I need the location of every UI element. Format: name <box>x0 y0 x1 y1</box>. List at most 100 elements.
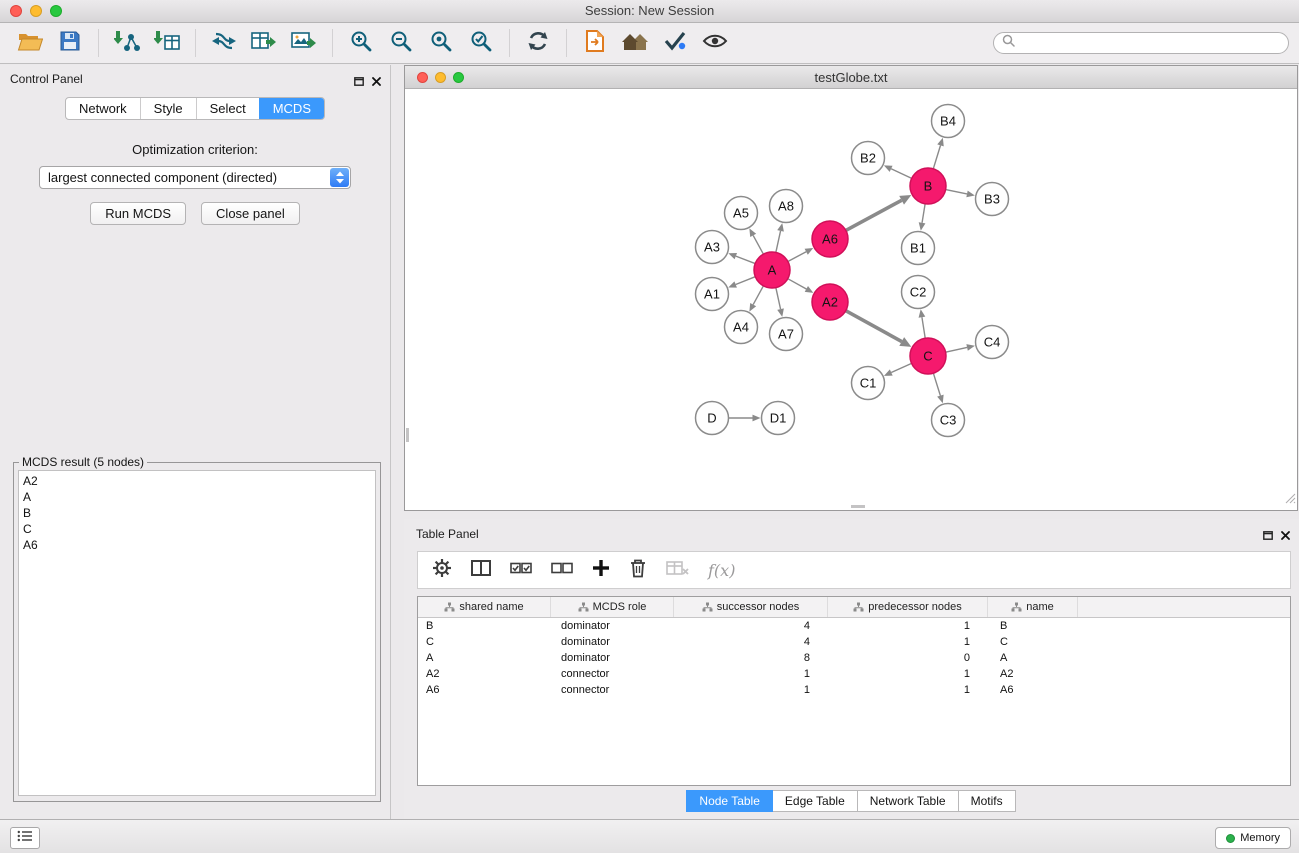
import-file-button[interactable] <box>575 26 615 60</box>
save-session-button[interactable] <box>50 26 90 60</box>
table-cell[interactable]: connector <box>551 668 674 680</box>
table-cell[interactable]: C <box>418 636 551 648</box>
task-history-button[interactable] <box>10 827 40 849</box>
optimization-criterion-select[interactable]: largest connected component (directed) <box>39 166 351 189</box>
mcds-result-list[interactable]: A2ABCA6 <box>18 470 376 796</box>
float-panel-icon[interactable] <box>354 73 364 91</box>
control-tab-mcds[interactable]: MCDS <box>259 98 324 119</box>
delete-entry-trash-icon[interactable] <box>629 558 647 583</box>
graph-edge-A2-C[interactable] <box>846 311 902 342</box>
run-mcds-button[interactable]: Run MCDS <box>90 202 186 225</box>
graph-node-B1[interactable]: B1 <box>902 232 935 265</box>
import-network-button[interactable] <box>107 26 147 60</box>
help-button[interactable] <box>655 26 695 60</box>
close-control-panel-icon[interactable] <box>372 73 381 91</box>
import-table-button[interactable] <box>147 26 187 60</box>
table-cell[interactable]: 1 <box>828 636 988 648</box>
column-header-predecessor-nodes[interactable]: predecessor nodes <box>828 597 988 617</box>
graph-edge-C-C2[interactable] <box>922 317 925 338</box>
graph-node-A1[interactable]: A1 <box>696 278 729 311</box>
vertical-scrollbar[interactable] <box>406 428 409 442</box>
table-cell[interactable]: 4 <box>674 620 828 632</box>
graph-edge-A-A1[interactable] <box>736 277 756 285</box>
table-row[interactable]: Cdominator41C <box>418 634 1290 650</box>
graph-node-D1[interactable]: D1 <box>762 402 795 435</box>
graph-node-B4[interactable]: B4 <box>932 105 965 138</box>
show-graphics-details-button[interactable] <box>695 26 735 60</box>
float-table-panel-icon[interactable] <box>1263 527 1273 545</box>
graph-node-A2[interactable]: A2 <box>812 284 848 320</box>
control-tab-select[interactable]: Select <box>196 98 259 119</box>
clone-network-button[interactable] <box>204 26 244 60</box>
graph-edge-A-A5[interactable] <box>753 235 763 254</box>
table-cell[interactable]: 8 <box>674 652 828 664</box>
graph-edge-A-A8[interactable] <box>776 231 781 253</box>
graph-edge-A-A4[interactable] <box>753 286 763 305</box>
graph-node-C3[interactable]: C3 <box>932 404 965 437</box>
graph-node-A3[interactable]: A3 <box>696 231 729 264</box>
table-tab-node-table[interactable]: Node Table <box>686 790 773 812</box>
zoom-selected-button[interactable] <box>461 26 501 60</box>
column-header-name[interactable]: name <box>988 597 1078 617</box>
table-cell[interactable]: dominator <box>551 652 674 664</box>
table-cell[interactable]: A2 <box>988 668 1078 680</box>
network-graph[interactable]: B4B2BB3A5A8A6A3B1AA1C2A2A4A7C4CC1C3DD1 <box>405 88 1297 510</box>
deselect-all-icon[interactable] <box>551 560 573 581</box>
table-cell[interactable]: dominator <box>551 620 674 632</box>
export-image-button[interactable] <box>284 26 324 60</box>
table-tab-edge-table[interactable]: Edge Table <box>772 790 858 812</box>
horizontal-scrollbar[interactable] <box>851 505 865 508</box>
graph-edge-B-B3[interactable] <box>946 190 967 194</box>
graph-edge-B-B1[interactable] <box>922 204 925 223</box>
open-session-button[interactable] <box>10 26 50 60</box>
table-cell[interactable]: 1 <box>674 668 828 680</box>
show-columns-icon[interactable] <box>471 559 491 582</box>
graph-node-A5[interactable]: A5 <box>725 197 758 230</box>
memory-button[interactable]: Memory <box>1215 827 1291 849</box>
table-cell[interactable]: 1 <box>828 620 988 632</box>
graph-node-D[interactable]: D <box>696 402 729 435</box>
table-row[interactable]: Bdominator41B <box>418 618 1290 634</box>
graph-node-C[interactable]: C <box>910 338 946 374</box>
graph-edge-C-C1[interactable] <box>891 363 911 372</box>
graph-node-C4[interactable]: C4 <box>976 326 1009 359</box>
table-cell[interactable]: 1 <box>674 684 828 696</box>
toolbar-search[interactable] <box>993 32 1289 54</box>
table-options-gear-icon[interactable] <box>432 558 452 583</box>
table-cell[interactable]: B <box>988 620 1078 632</box>
table-cell[interactable]: A6 <box>988 684 1078 696</box>
graph-node-C2[interactable]: C2 <box>902 276 935 309</box>
table-tab-motifs[interactable]: Motifs <box>958 790 1016 812</box>
export-table-button[interactable] <box>244 26 284 60</box>
table-cell[interactable]: 0 <box>828 652 988 664</box>
graph-edge-A-A3[interactable] <box>736 256 755 263</box>
table-row[interactable]: A2connector11A2 <box>418 666 1290 682</box>
select-all-icon[interactable] <box>510 560 532 581</box>
search-input[interactable] <box>1020 35 1280 51</box>
table-row[interactable]: Adominator80A <box>418 650 1290 666</box>
graph-edge-A-A6[interactable] <box>788 252 806 262</box>
table-cell[interactable]: 1 <box>828 668 988 680</box>
graph-node-B3[interactable]: B3 <box>976 183 1009 216</box>
table-cell[interactable]: connector <box>551 684 674 696</box>
graph-edge-B-B2[interactable] <box>891 169 912 179</box>
graph-edge-C-C4[interactable] <box>946 347 968 352</box>
zoom-fit-button[interactable] <box>421 26 461 60</box>
resize-grip-icon[interactable] <box>1285 491 1296 509</box>
graph-node-A7[interactable]: A7 <box>770 318 803 351</box>
table-cell[interactable]: dominator <box>551 636 674 648</box>
table-cell[interactable]: B <box>418 620 551 632</box>
graph-node-A8[interactable]: A8 <box>770 190 803 223</box>
table-cell[interactable]: A2 <box>418 668 551 680</box>
control-tab-network[interactable]: Network <box>66 98 140 119</box>
graph-node-A[interactable]: A <box>754 252 790 288</box>
table-cell[interactable]: C <box>988 636 1078 648</box>
table-cell[interactable]: 4 <box>674 636 828 648</box>
graph-node-B2[interactable]: B2 <box>852 142 885 175</box>
network-window-titlebar[interactable]: testGlobe.txt <box>405 66 1297 89</box>
table-cell[interactable]: 1 <box>828 684 988 696</box>
column-header-successor-nodes[interactable]: successor nodes <box>674 597 828 617</box>
add-entry-icon[interactable] <box>592 559 610 582</box>
table-cell[interactable]: A <box>988 652 1078 664</box>
table-cell[interactable]: A <box>418 652 551 664</box>
